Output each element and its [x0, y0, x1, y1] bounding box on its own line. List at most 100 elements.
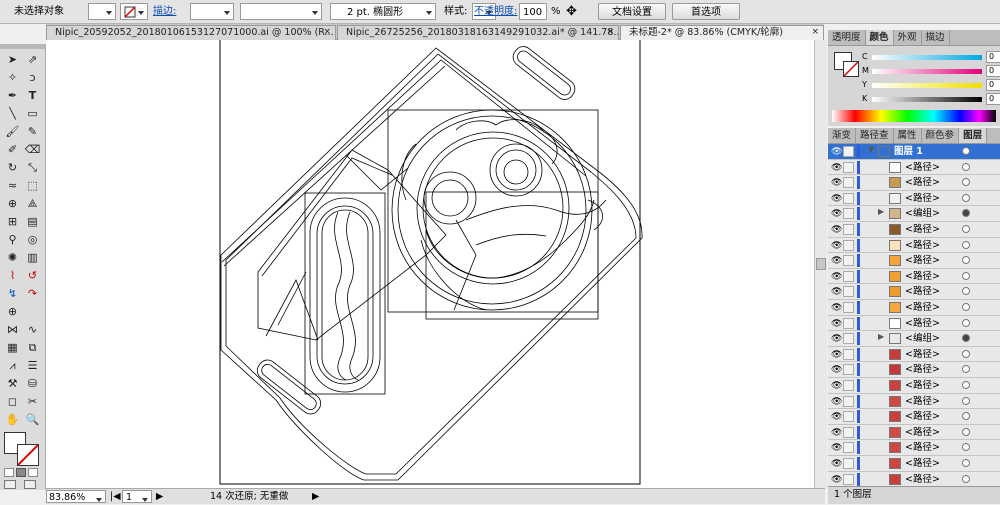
- line-tool-icon[interactable]: ╲: [4, 106, 21, 121]
- target-circle-icon[interactable]: [962, 225, 970, 233]
- artboard-canvas[interactable]: [46, 29, 825, 488]
- gradient-mode-icon[interactable]: [16, 468, 26, 477]
- tab-gradient[interactable]: 渐变: [828, 128, 857, 143]
- blend-tool-icon[interactable]: ◎: [24, 232, 41, 247]
- lock-toggle[interactable]: [843, 380, 854, 391]
- path-row[interactable]: 👁 <路径>: [828, 222, 1000, 238]
- tab-color-guide[interactable]: 颜色参: [922, 128, 960, 143]
- artboard-number[interactable]: 1: [122, 490, 152, 503]
- eraser-icon[interactable]: ⌫: [24, 142, 41, 157]
- variable-width-dropdown[interactable]: [240, 3, 322, 20]
- lock-toggle[interactable]: [843, 161, 854, 173]
- lock-toggle[interactable]: [843, 208, 854, 220]
- magenta-slider[interactable]: [872, 69, 982, 74]
- group-row[interactable]: 👁 ▶ <编组>: [828, 331, 1000, 347]
- path-row[interactable]: 👁 <路径>: [828, 456, 1000, 472]
- brush-paint-icon[interactable]: ⚒: [4, 376, 21, 391]
- path-row[interactable]: 👁 <路径>: [828, 159, 1000, 176]
- artboard-icon[interactable]: ⧉: [24, 340, 41, 355]
- status-menu-icon[interactable]: ▶: [312, 490, 319, 503]
- target-circle-icon[interactable]: [962, 147, 970, 155]
- target-circle-icon[interactable]: [962, 178, 970, 187]
- tab-transparency[interactable]: 透明度: [828, 30, 866, 45]
- visibility-eye-icon[interactable]: 👁: [831, 256, 842, 266]
- path-row[interactable]: 👁 <路径>: [828, 424, 1000, 441]
- lock-toggle[interactable]: [843, 473, 854, 485]
- color-stroke-swatch[interactable]: [843, 61, 859, 77]
- target-circle-icon[interactable]: [962, 427, 970, 436]
- tab-pathfinder[interactable]: 路径查: [856, 128, 894, 143]
- preferences-button[interactable]: 首选项: [672, 3, 740, 20]
- target-circle-icon[interactable]: [962, 443, 970, 452]
- blob-brush-icon[interactable]: ✐: [4, 142, 21, 157]
- target-circle-icon[interactable]: [962, 396, 970, 405]
- target-circle-icon[interactable]: [962, 381, 970, 389]
- path-row[interactable]: 👁 <路径>: [828, 393, 1000, 410]
- path-row[interactable]: 👁 <路径>: [828, 284, 1000, 300]
- mesh-tool-icon[interactable]: ⊞: [4, 214, 21, 229]
- next-artboard-icon[interactable]: ▶: [156, 490, 163, 503]
- visibility-eye-icon[interactable]: 👁: [831, 163, 842, 173]
- visibility-eye-icon[interactable]: 👁: [831, 194, 842, 204]
- bow-tie-icon[interactable]: ⋈: [4, 322, 21, 337]
- path-row[interactable]: 👁 <路径>: [828, 175, 1000, 191]
- visibility-eye-icon[interactable]: 👁: [831, 428, 842, 438]
- document-setup-button[interactable]: 文档设置: [598, 3, 666, 20]
- path-row[interactable]: 👁 <路径>: [828, 409, 1000, 425]
- tab-appearance[interactable]: 外观: [894, 30, 922, 45]
- group-row[interactable]: 👁 ▶ <编组>: [828, 206, 1000, 222]
- visibility-eye-icon[interactable]: 👁: [831, 350, 842, 360]
- scale-tool-icon[interactable]: ⤡: [24, 160, 41, 175]
- lock-toggle[interactable]: [843, 255, 854, 267]
- vertical-scrollbar[interactable]: [814, 40, 827, 488]
- yellow-slider[interactable]: [872, 83, 982, 88]
- expand-arrow-icon[interactable]: ▼: [868, 145, 874, 154]
- vertical-scroll-thumb[interactable]: [816, 258, 826, 270]
- doc-tab-1[interactable]: Nipic_20592052_20180106153127071000.ai @…: [46, 25, 336, 40]
- lock-toggle[interactable]: [843, 317, 854, 329]
- path-row[interactable]: 👁 <路径>: [828, 471, 1000, 486]
- visibility-eye-icon[interactable]: 👁: [831, 365, 842, 375]
- visibility-eye-icon[interactable]: 👁: [831, 225, 842, 235]
- lock-toggle[interactable]: [843, 364, 854, 376]
- tab-stroke[interactable]: 描边: [922, 30, 950, 45]
- width-tool-icon[interactable]: ⌇: [4, 268, 21, 283]
- scissors-icon[interactable]: ✂: [24, 394, 41, 409]
- visibility-eye-icon[interactable]: 👁: [831, 287, 842, 297]
- visibility-eye-icon[interactable]: 👁: [831, 178, 842, 188]
- none-mode-icon[interactable]: [28, 468, 38, 477]
- free-transform-icon[interactable]: ⬚: [24, 178, 41, 193]
- paintbrush-icon[interactable]: 🖌: [4, 124, 21, 139]
- pencil-icon[interactable]: ✎: [24, 124, 41, 139]
- target-circle-icon[interactable]: [962, 256, 970, 265]
- layer-row[interactable]: 👁 ▼ 图层 1: [828, 144, 1000, 160]
- lock-toggle[interactable]: [843, 348, 854, 360]
- draw-normal-icon[interactable]: [4, 480, 16, 489]
- visibility-eye-icon[interactable]: 👁: [831, 272, 842, 282]
- target-circle-icon[interactable]: [962, 349, 970, 358]
- stroke-link[interactable]: 描边:: [153, 3, 176, 20]
- artboard-tool-icon[interactable]: ↷: [24, 286, 41, 301]
- path-row[interactable]: 👁 <路径>: [828, 378, 1000, 394]
- rotate-tool-icon[interactable]: ↻: [4, 160, 21, 175]
- zigzag-icon[interactable]: ⩘: [4, 358, 21, 373]
- eyedropper-icon[interactable]: ⚲: [4, 232, 21, 247]
- target-circle-icon[interactable]: [962, 240, 970, 249]
- cyan-value[interactable]: 0: [986, 51, 1000, 63]
- list-icon[interactable]: ☰: [24, 358, 41, 373]
- type-tool-icon[interactable]: T: [24, 88, 41, 103]
- target-circle-icon[interactable]: [962, 412, 970, 421]
- visibility-eye-icon[interactable]: 👁: [831, 443, 842, 453]
- path-row[interactable]: 👁 <路径>: [828, 440, 1000, 456]
- warp-tool-icon[interactable]: ≈: [4, 178, 21, 193]
- visibility-eye-icon[interactable]: 👁: [831, 303, 842, 313]
- close-icon[interactable]: ×: [606, 26, 614, 39]
- pen-tool-icon[interactable]: ✒: [4, 88, 21, 103]
- visibility-eye-icon[interactable]: 👁: [831, 209, 842, 219]
- visibility-eye-icon[interactable]: 👁: [831, 319, 842, 329]
- zoom-dropdown[interactable]: 83.86%: [46, 490, 106, 503]
- lock-toggle[interactable]: [843, 146, 854, 157]
- target-circle-icon[interactable]: [962, 303, 970, 311]
- path-row[interactable]: 👁 <路径>: [828, 253, 1000, 269]
- lock-toggle[interactable]: [843, 395, 854, 407]
